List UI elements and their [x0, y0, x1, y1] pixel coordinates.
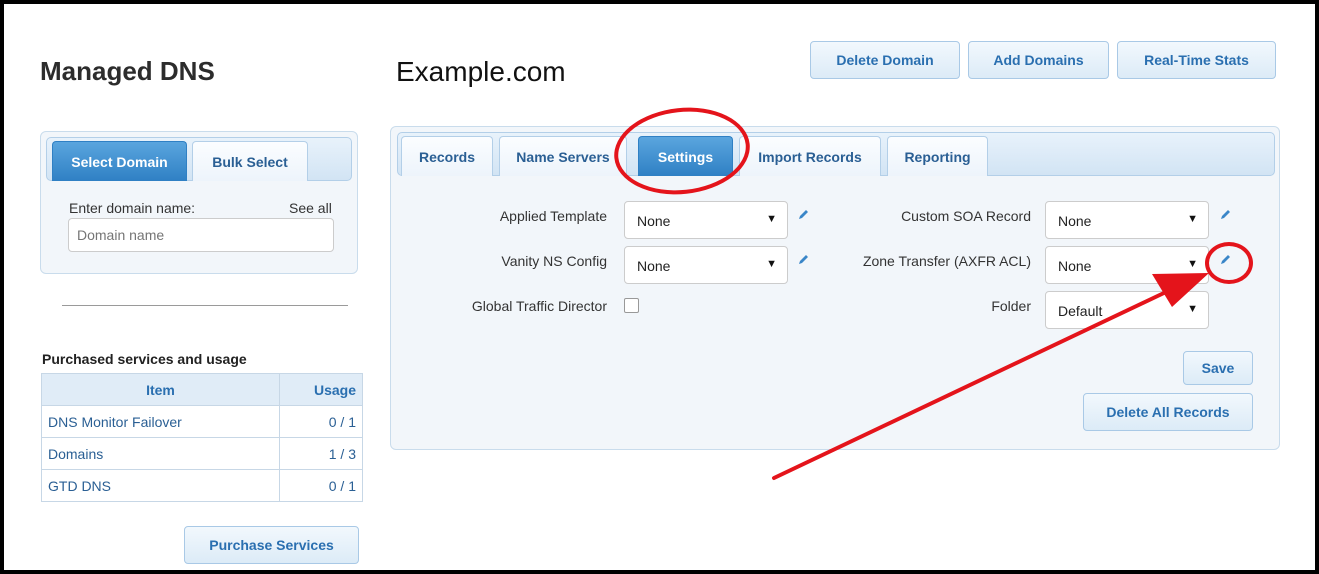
annotation-arrow — [772, 273, 1209, 480]
window: Managed DNS Select Domain Bulk Select En… — [0, 0, 1319, 574]
